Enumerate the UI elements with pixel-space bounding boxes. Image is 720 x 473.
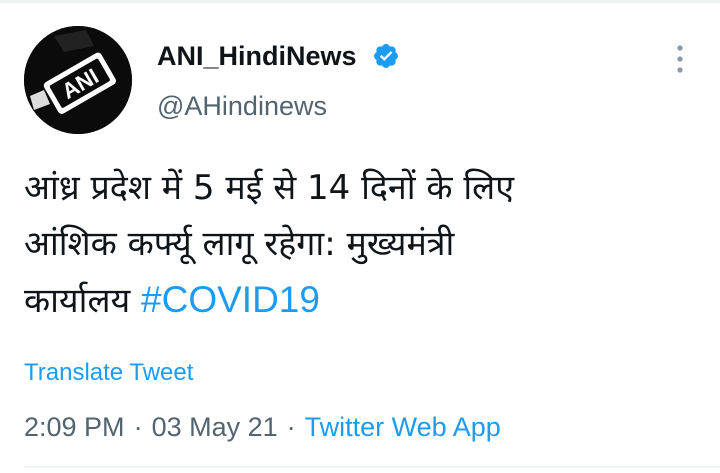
ani-logo-icon: ANI	[24, 26, 132, 134]
translate-tweet-link[interactable]: Translate Tweet	[24, 358, 193, 388]
display-name[interactable]: ANI_HindiNews	[157, 38, 357, 74]
tweet-text-line-1: आंध्र प्रदेश में 5 मई से 14 दिनों के लिए	[24, 168, 514, 208]
tweet-card: ANI ANI_HindiNews @AHindinews आंध्र प्रद…	[0, 0, 720, 473]
hashtag-link[interactable]: #COVID19	[141, 279, 320, 320]
tweet-time[interactable]: 2:09 PM	[24, 412, 125, 442]
top-divider	[0, 0, 720, 3]
tweet-text-line-3-text: कार्यालय	[24, 281, 131, 321]
meta-separator: ·	[133, 412, 143, 442]
avatar[interactable]: ANI	[24, 26, 132, 134]
tweet-text: आंध्र प्रदेश में 5 मई से 14 दिनों के लिए…	[24, 160, 696, 329]
tweet-text-line-3: कार्यालय #COVID19	[24, 272, 696, 329]
meta-separator: ·	[286, 412, 296, 442]
tweet-date[interactable]: 03 May 21	[152, 412, 278, 442]
tweet-metadata: 2:09 PM · 03 May 21 · Twitter Web App	[24, 409, 501, 445]
verified-badge-icon	[374, 44, 398, 68]
user-handle[interactable]: @AHindinews	[157, 88, 327, 124]
more-options-icon[interactable]	[668, 42, 692, 76]
bottom-divider	[24, 466, 720, 468]
tweet-text-line-2: आंशिक कर्फ्यू लागू रहेगा: मुख्यमंत्री	[24, 224, 455, 264]
tweet-source-link[interactable]: Twitter Web App	[305, 412, 501, 442]
